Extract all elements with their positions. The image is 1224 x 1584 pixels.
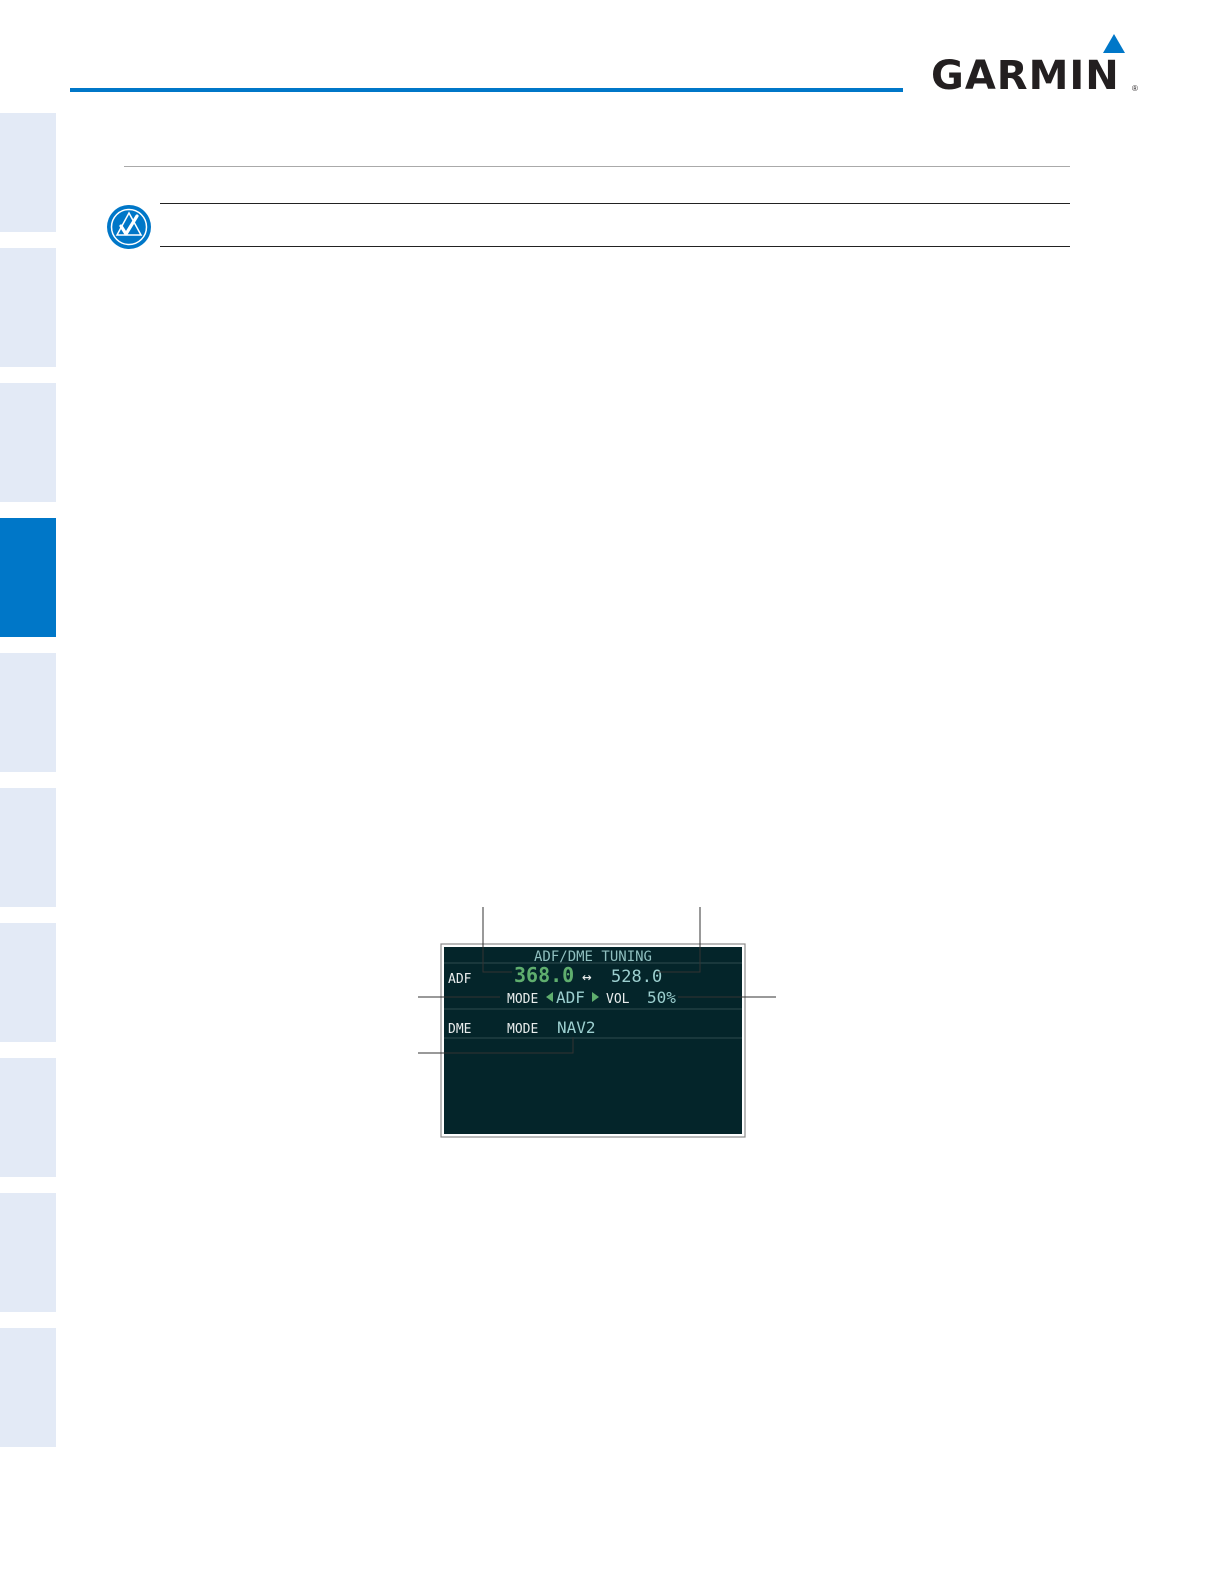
window-panel [444, 947, 742, 1134]
section-divider [124, 166, 1070, 167]
section-tab-6[interactable] [0, 788, 56, 907]
section-tab-3[interactable] [0, 383, 56, 502]
garmin-logo: GARMIN ® [931, 32, 1143, 96]
dme-label: DME [448, 1022, 471, 1037]
section-tab-10[interactable] [0, 1328, 56, 1447]
section-tab-9[interactable] [0, 1193, 56, 1312]
adf-mode-label: MODE [507, 992, 538, 1007]
section-tab-8[interactable] [0, 1058, 56, 1177]
section-tab-2[interactable] [0, 248, 56, 367]
section-tab-7[interactable] [0, 923, 56, 1042]
adf-active-frequency[interactable]: 368.0 [514, 963, 574, 987]
adf-mode-value[interactable]: ADF [556, 988, 585, 1007]
frequency-swap-icon: ↔ [582, 967, 592, 986]
logo-triangle-icon [1103, 34, 1125, 53]
dme-mode-value[interactable]: NAV2 [557, 1018, 596, 1037]
volume-value[interactable]: 50% [647, 988, 676, 1007]
adf-standby-frequency[interactable]: 528.0 [611, 967, 662, 987]
adf-label: ADF [448, 972, 472, 987]
dme-mode-label: MODE [507, 1022, 538, 1037]
header-rule [70, 88, 903, 92]
registered-mark-icon: ® [1132, 84, 1138, 93]
section-tab-1[interactable] [0, 113, 56, 232]
section-tab-5[interactable] [0, 653, 56, 772]
note-checkmark-icon [107, 205, 151, 249]
logo-text: GARMIN [931, 53, 1120, 99]
adf-dme-tuning-figure: ADF/DME TUNING ADF 368.0 ↔ 528.0 MODE AD… [418, 907, 776, 1138]
note-top-rule [160, 203, 1070, 204]
note-bottom-rule [160, 246, 1070, 247]
section-tab-4[interactable] [0, 518, 56, 637]
volume-label: VOL [606, 992, 630, 1007]
